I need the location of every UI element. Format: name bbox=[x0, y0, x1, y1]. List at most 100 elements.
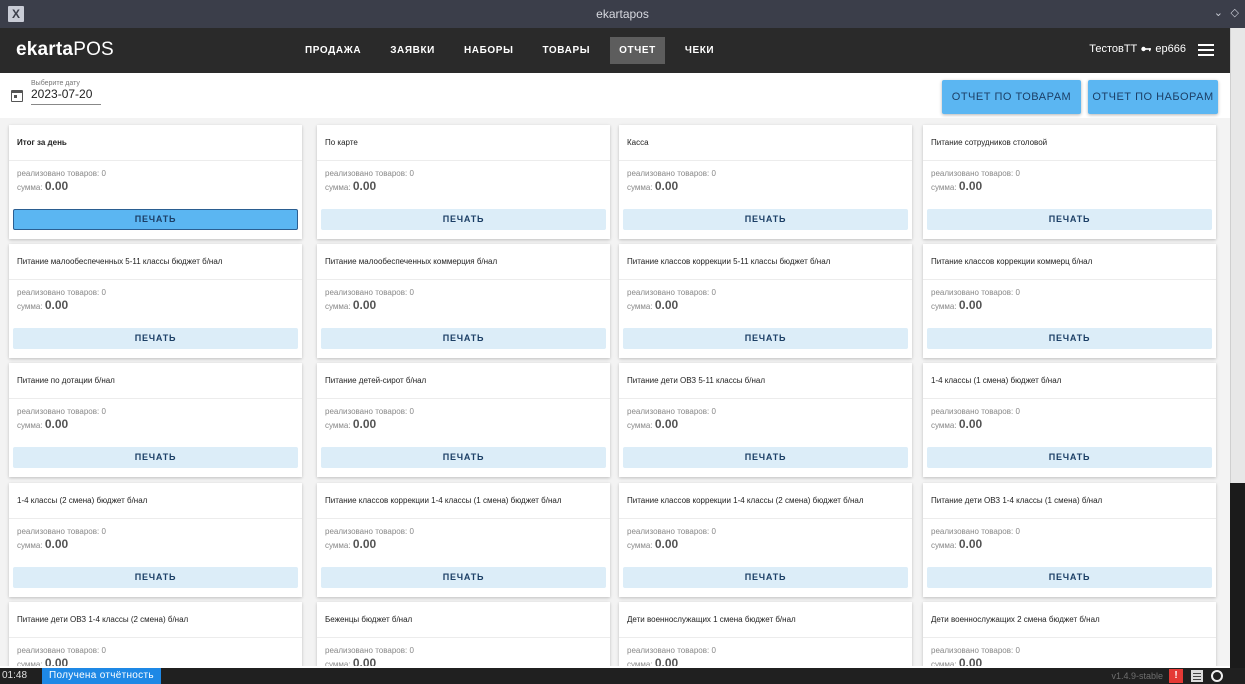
sum-value: 0.00 bbox=[352, 298, 377, 312]
maximize-icon[interactable]: ◇ bbox=[1231, 6, 1239, 19]
print-button[interactable]: ПЕЧАТЬ bbox=[623, 209, 908, 230]
items-sold-label: реализовано товаров: bbox=[325, 646, 410, 655]
items-sold-value: 0 bbox=[409, 169, 414, 178]
items-sold-label: реализовано товаров: bbox=[627, 646, 712, 655]
sum-label: сумма: bbox=[627, 421, 655, 430]
circle-icon[interactable] bbox=[1211, 670, 1223, 682]
card-divider bbox=[923, 279, 1216, 280]
card-sum: сумма: 0.00 bbox=[17, 537, 68, 551]
scrollbar-thumb[interactable] bbox=[1230, 28, 1245, 483]
nav-item-3[interactable]: ТОВАРЫ bbox=[533, 37, 599, 64]
print-button[interactable]: ПЕЧАТЬ bbox=[927, 328, 1212, 349]
document-icon[interactable] bbox=[1191, 670, 1203, 682]
nav-item-2[interactable]: НАБОРЫ bbox=[455, 37, 522, 64]
items-sold-value: 0 bbox=[101, 407, 106, 416]
card-divider bbox=[317, 398, 610, 399]
print-button[interactable]: ПЕЧАТЬ bbox=[321, 209, 606, 230]
print-button[interactable]: ПЕЧАТЬ bbox=[321, 447, 606, 468]
nav-item-4[interactable]: ОТЧЕТ bbox=[610, 37, 665, 64]
items-sold-value: 0 bbox=[711, 288, 716, 297]
card-items-sold: реализовано товаров: 0 bbox=[627, 288, 716, 297]
items-sold-value: 0 bbox=[711, 407, 716, 416]
minimize-icon[interactable]: ⌄ bbox=[1214, 6, 1223, 19]
items-sold-label: реализовано товаров: bbox=[325, 527, 410, 536]
card-sum: сумма: 0.00 bbox=[931, 537, 982, 551]
report-card: Питание сотрудников столовой реализовано … bbox=[923, 125, 1216, 239]
card-items-sold: реализовано товаров: 0 bbox=[17, 407, 106, 416]
card-items-sold: реализовано товаров: 0 bbox=[931, 407, 1020, 416]
card-divider bbox=[9, 160, 302, 161]
report-card: Питание классов коррекции 1-4 классы (1 … bbox=[317, 483, 610, 597]
calendar-icon[interactable] bbox=[11, 90, 23, 102]
items-sold-value: 0 bbox=[101, 646, 106, 655]
card-items-sold: реализовано товаров: 0 bbox=[325, 169, 414, 178]
print-button[interactable]: ПЕЧАТЬ bbox=[927, 567, 1212, 588]
print-button[interactable]: ПЕЧАТЬ bbox=[13, 447, 298, 468]
card-divider bbox=[317, 160, 610, 161]
card-title: Питание дети ОВЗ 1-4 классы (2 смена) б/… bbox=[17, 615, 189, 624]
print-button[interactable]: ПЕЧАТЬ bbox=[321, 328, 606, 349]
card-divider bbox=[923, 398, 1216, 399]
print-button[interactable]: ПЕЧАТЬ bbox=[927, 447, 1212, 468]
items-sold-value: 0 bbox=[409, 288, 414, 297]
sum-value: 0.00 bbox=[44, 417, 69, 431]
items-sold-value: 0 bbox=[711, 527, 716, 536]
card-title: 1-4 классы (2 смена) бюджет б/нал bbox=[17, 496, 148, 505]
card-sum: сумма: 0.00 bbox=[931, 179, 982, 193]
sum-value: 0.00 bbox=[44, 656, 69, 666]
card-items-sold: реализовано товаров: 0 bbox=[325, 407, 414, 416]
sum-label: сумма: bbox=[627, 183, 655, 192]
print-button[interactable]: ПЕЧАТЬ bbox=[13, 328, 298, 349]
card-items-sold: реализовано товаров: 0 bbox=[931, 288, 1020, 297]
items-sold-value: 0 bbox=[1015, 169, 1020, 178]
card-divider bbox=[619, 637, 912, 638]
sum-label: сумма: bbox=[931, 302, 959, 311]
card-sum: сумма: 0.00 bbox=[627, 417, 678, 431]
report-card: Питание малообеспеченных коммерция б/нал… bbox=[317, 244, 610, 358]
print-button[interactable]: ПЕЧАТЬ bbox=[623, 328, 908, 349]
sum-label: сумма: bbox=[325, 183, 353, 192]
sum-value: 0.00 bbox=[958, 656, 983, 666]
print-button[interactable]: ПЕЧАТЬ bbox=[623, 447, 908, 468]
sum-value: 0.00 bbox=[654, 179, 679, 193]
items-sold-label: реализовано товаров: bbox=[17, 288, 102, 297]
report-card-grid: Итог за день реализовано товаров: 0 сумма:… bbox=[0, 118, 1230, 666]
date-input[interactable]: 2023-07-20 bbox=[31, 87, 101, 105]
warning-icon[interactable]: ! bbox=[1169, 669, 1183, 683]
card-items-sold: реализовано товаров: 0 bbox=[931, 527, 1020, 536]
card-items-sold: реализовано товаров: 0 bbox=[325, 646, 414, 655]
card-sum: сумма: 0.00 bbox=[17, 298, 68, 312]
sum-label: сумма: bbox=[17, 183, 45, 192]
print-button[interactable]: ПЕЧАТЬ bbox=[321, 567, 606, 588]
items-sold-label: реализовано товаров: bbox=[17, 407, 102, 416]
print-button[interactable]: ПЕЧАТЬ bbox=[623, 567, 908, 588]
date-label: Выберите дату bbox=[31, 80, 80, 87]
print-button[interactable]: ПЕЧАТЬ bbox=[13, 209, 298, 230]
goods-report-button[interactable]: ОТЧЕТ ПО ТОВАРАМ bbox=[942, 80, 1081, 114]
items-sold-label: реализовано товаров: bbox=[627, 527, 712, 536]
card-title: Дети военнослужащих 1 смена бюджет б/нал bbox=[627, 615, 796, 624]
nav-item-0[interactable]: ПРОДАЖА bbox=[296, 37, 370, 64]
card-divider bbox=[9, 279, 302, 280]
status-bar: 01:48 Получена отчётность v1.4.9-stable … bbox=[0, 668, 1245, 684]
sets-report-button[interactable]: ОТЧЕТ ПО НАБОРАМ bbox=[1088, 80, 1218, 114]
user-info[interactable]: ТестовТТ ep666 bbox=[1089, 43, 1186, 55]
sum-label: сумма: bbox=[17, 302, 45, 311]
nav-item-5[interactable]: ЧЕКИ bbox=[676, 37, 723, 64]
hamburger-menu-icon[interactable] bbox=[1198, 44, 1214, 57]
card-title: Питание классов коррекции 1-4 классы (1 … bbox=[325, 496, 562, 505]
print-button[interactable]: ПЕЧАТЬ bbox=[13, 567, 298, 588]
report-card: 1-4 классы (2 смена) бюджет б/нал реализо… bbox=[9, 483, 302, 597]
brand-suffix: POS bbox=[73, 39, 114, 60]
items-sold-value: 0 bbox=[409, 646, 414, 655]
card-divider bbox=[619, 160, 912, 161]
sum-value: 0.00 bbox=[654, 656, 679, 666]
report-card: 1-4 классы (1 смена) бюджет б/нал реализо… bbox=[923, 363, 1216, 477]
nav-item-1[interactable]: ЗАЯВКИ bbox=[381, 37, 444, 64]
card-title: Питание классов коррекции коммерц б/нал bbox=[931, 257, 1093, 266]
user-code: ep666 bbox=[1155, 43, 1186, 55]
sum-label: сумма: bbox=[17, 421, 45, 430]
card-divider bbox=[923, 160, 1216, 161]
print-button[interactable]: ПЕЧАТЬ bbox=[927, 209, 1212, 230]
items-sold-value: 0 bbox=[711, 169, 716, 178]
